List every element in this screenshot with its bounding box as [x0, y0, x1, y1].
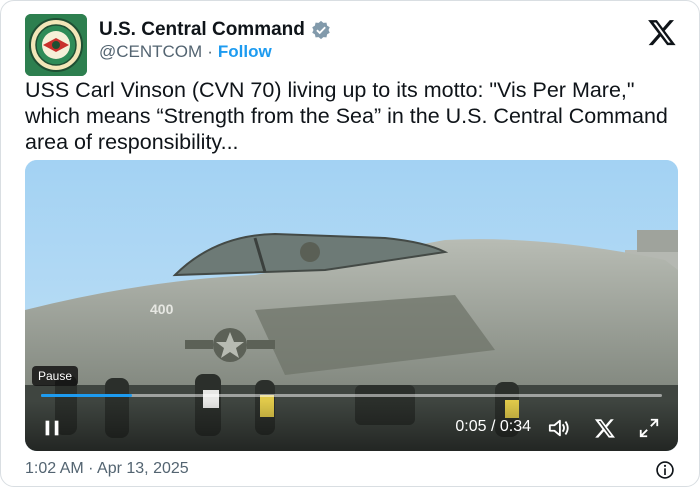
- volume-icon[interactable]: [547, 417, 571, 439]
- handle[interactable]: @CENTCOM: [99, 42, 202, 62]
- time-display: 0:05 / 0:34: [455, 418, 531, 435]
- info-icon[interactable]: [655, 460, 675, 480]
- name-row: U.S. Central Command: [99, 19, 331, 41]
- tweet-card: U.S. Central Command @CENTCOM · Follow U…: [0, 0, 700, 487]
- display-name[interactable]: U.S. Central Command: [99, 19, 305, 41]
- timestamp[interactable]: 1:02 AM · Apr 13, 2025: [25, 460, 189, 478]
- avatar[interactable]: [25, 14, 87, 76]
- x-logo-icon[interactable]: [647, 17, 677, 47]
- x-share-icon[interactable]: [594, 417, 616, 439]
- fullscreen-icon[interactable]: [638, 417, 660, 439]
- aircraft-number: 400: [150, 301, 174, 317]
- separator: ·: [207, 42, 213, 61]
- video-controls: 0:05 / 0:34: [25, 401, 678, 451]
- video-player[interactable]: 400 Pause 0:05 / 0:34: [25, 160, 678, 451]
- centcom-seal-icon: [25, 14, 87, 76]
- pause-icon[interactable]: [41, 417, 63, 439]
- tweet-text: USS Carl Vinson (CVN 70) living up to it…: [25, 78, 668, 154]
- progress-fill: [41, 394, 133, 397]
- progress-bar[interactable]: [41, 394, 662, 397]
- handle-row: @CENTCOM · Follow: [99, 42, 272, 62]
- pause-tooltip: Pause: [32, 366, 79, 386]
- verified-badge-icon: [312, 20, 330, 40]
- follow-button[interactable]: Follow: [218, 42, 272, 62]
